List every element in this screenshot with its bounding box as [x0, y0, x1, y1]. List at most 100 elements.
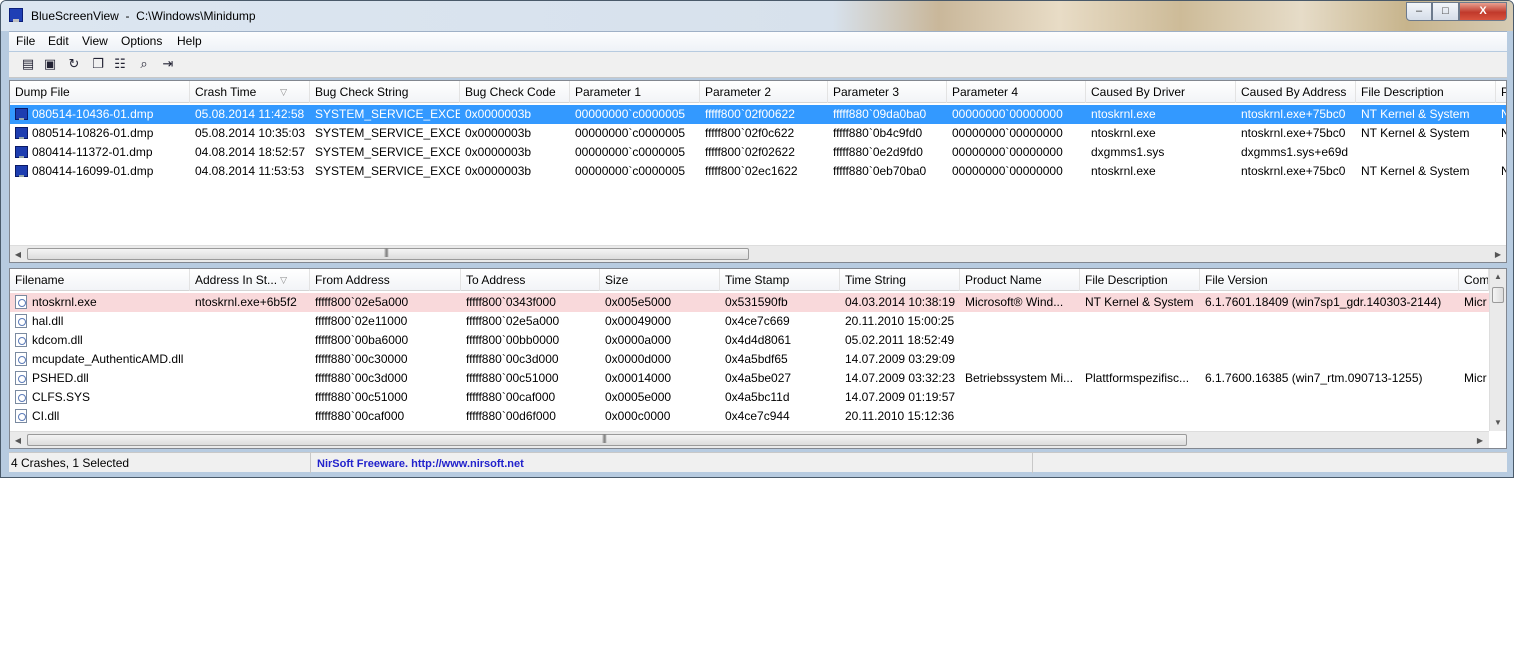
- table-cell: [1080, 407, 1200, 426]
- copy-icon[interactable]: ❐: [89, 55, 107, 73]
- module-list-header: Filename Address In St... ▽ From Address To …: [10, 269, 1506, 291]
- nirsoft-link[interactable]: NirSoft Freeware. http://www.nirsoft.net: [317, 458, 524, 470]
- save-icon[interactable]: ▣: [41, 55, 59, 73]
- table-cell: [1200, 407, 1459, 426]
- column-header[interactable]: Parameter 2: [700, 81, 828, 103]
- table-cell: N: [1496, 162, 1506, 181]
- scroll-up-icon[interactable]: ▲: [1490, 269, 1506, 285]
- column-header[interactable]: Time String: [840, 269, 960, 291]
- minimize-button[interactable]: –: [1406, 2, 1432, 21]
- table-cell: Microsoft® Wind...: [965, 295, 1064, 309]
- table-cell: 0x4ce7c669: [725, 314, 790, 328]
- scroll-left-icon[interactable]: ◀: [10, 246, 26, 262]
- module-row[interactable]: hal.dll fffff800`02e11000 fffff800`02e5a00…: [10, 312, 1506, 331]
- report-icon[interactable]: ☷: [111, 55, 129, 73]
- module-file-icon: [15, 295, 27, 309]
- module-row[interactable]: PSHED.dll fffff880`00c3d000 fffff880`00c51…: [10, 369, 1506, 388]
- table-cell: NT Kernel & System: [1361, 126, 1470, 140]
- module-row[interactable]: kdcom.dll fffff800`00ba6000 fffff800`00bb0…: [10, 331, 1506, 350]
- table-cell: [1459, 388, 1489, 407]
- column-header[interactable]: From Address: [310, 269, 461, 291]
- column-header[interactable]: Caused By Driver: [1086, 81, 1236, 103]
- scrollbar-thumb[interactable]: [27, 434, 1187, 446]
- column-header[interactable]: Caused By Address: [1236, 81, 1356, 103]
- column-header[interactable]: Com: [1459, 269, 1489, 291]
- menu-help[interactable]: Help: [175, 34, 204, 48]
- column-header-label: Caused By Address: [1241, 85, 1347, 99]
- dump-row[interactable]: 080514-10826-01.dmp 05.08.2014 10:35:03 SY…: [10, 124, 1506, 143]
- column-header[interactable]: File Version: [1200, 269, 1459, 291]
- table-cell: 0x005e5000: [605, 295, 672, 309]
- column-header[interactable]: Filename: [10, 269, 190, 291]
- dump-row[interactable]: 080414-16099-01.dmp 04.08.2014 11:53:53 SY…: [10, 162, 1506, 181]
- column-header[interactable]: Parameter 1: [570, 81, 700, 103]
- table-cell: fffff880`0e2d9fd0: [833, 145, 923, 159]
- table-cell: [190, 312, 310, 331]
- scroll-right-icon[interactable]: ▶: [1490, 246, 1506, 262]
- table-cell: 0x0000003b: [465, 164, 532, 178]
- properties-icon[interactable]: ▤: [19, 55, 37, 73]
- menu-options[interactable]: Options: [119, 34, 164, 48]
- module-file-icon: [15, 352, 27, 366]
- maximize-button[interactable]: □: [1432, 2, 1459, 21]
- refresh-icon[interactable]: ↻: [65, 55, 83, 73]
- column-header[interactable]: To Address: [461, 269, 600, 291]
- module-list-hscrollbar[interactable]: ◀ ||| ▶: [10, 431, 1489, 448]
- scroll-left-icon[interactable]: ◀: [10, 432, 26, 448]
- module-row[interactable]: mcupdate_AuthenticAMD.dll fffff880`00c300…: [10, 350, 1506, 369]
- column-header-label: P: [1501, 85, 1506, 99]
- column-header[interactable]: Time Stamp: [720, 269, 840, 291]
- table-cell: 0x0005e000: [605, 390, 672, 404]
- module-file-icon: [15, 409, 27, 423]
- close-button[interactable]: X: [1459, 2, 1507, 21]
- module-row[interactable]: CI.dll fffff880`00caf000 fffff880`00d6f000…: [10, 407, 1506, 426]
- scroll-right-icon[interactable]: ▶: [1472, 432, 1488, 448]
- module-file-icon: [15, 333, 27, 347]
- module-list-vscrollbar[interactable]: ▲ ▼: [1489, 269, 1506, 431]
- dump-list-hscrollbar[interactable]: ◀ ||| ▶: [10, 245, 1506, 262]
- module-row[interactable]: CLFS.SYS fffff880`00c51000 fffff880`00caf0…: [10, 388, 1506, 407]
- column-header[interactable]: Address In St... ▽: [190, 269, 310, 291]
- vscrollbar-thumb[interactable]: [1492, 287, 1504, 303]
- table-cell: fffff800`00bb0000: [466, 333, 560, 347]
- column-header[interactable]: File Description: [1080, 269, 1200, 291]
- table-cell: SYSTEM_SERVICE_EXCE...: [315, 164, 460, 178]
- column-header-label: Bug Check String: [315, 85, 409, 99]
- title-bar[interactable]: BlueScreenView - C:\Windows\Minidump – □…: [1, 1, 1513, 31]
- column-header[interactable]: Bug Check String: [310, 81, 460, 103]
- module-list[interactable]: Filename Address In St... ▽ From Address To …: [9, 268, 1507, 449]
- column-header-label: Dump File: [15, 85, 70, 99]
- column-header-label: Bug Check Code: [465, 85, 556, 99]
- exit-icon[interactable]: ⇥: [159, 55, 177, 73]
- column-header[interactable]: Dump File: [10, 81, 190, 103]
- table-cell: 0x0000003b: [465, 107, 532, 121]
- column-header[interactable]: P: [1496, 81, 1506, 103]
- table-cell: [1080, 350, 1200, 369]
- column-header[interactable]: File Description: [1356, 81, 1496, 103]
- column-header[interactable]: Bug Check Code: [460, 81, 570, 103]
- menu-file[interactable]: File: [14, 34, 37, 48]
- menu-view[interactable]: View: [80, 34, 110, 48]
- column-header[interactable]: Parameter 3: [828, 81, 947, 103]
- module-row[interactable]: ntoskrnl.exe ntoskrnl.exe+6b5f2 fffff800`0…: [10, 293, 1506, 312]
- table-cell: NT Kernel & System: [1361, 107, 1470, 121]
- table-cell: ntoskrnl.exe: [1091, 107, 1156, 121]
- dump-row[interactable]: 080514-10436-01.dmp 05.08.2014 11:42:58 SY…: [10, 105, 1506, 124]
- table-cell: [1459, 312, 1489, 331]
- table-cell: [1459, 331, 1489, 350]
- column-header[interactable]: Size: [600, 269, 720, 291]
- column-header[interactable]: Product Name: [960, 269, 1080, 291]
- column-header-label: Crash Time: [195, 85, 257, 99]
- table-cell: 20.11.2010 15:12:36: [845, 409, 955, 423]
- table-cell: fffff800`02f0c622: [705, 126, 795, 140]
- scroll-down-icon[interactable]: ▼: [1490, 415, 1506, 431]
- dump-row[interactable]: 080414-11372-01.dmp 04.08.2014 18:52:57 SY…: [10, 143, 1506, 162]
- table-cell: fffff800`02e5a000: [315, 295, 409, 309]
- column-header-label: Caused By Driver: [1091, 85, 1186, 99]
- dump-list[interactable]: Dump File Crash Time ▽ Bug Check String Bug …: [9, 80, 1507, 263]
- column-header[interactable]: Crash Time ▽: [190, 81, 310, 103]
- table-cell: Plattformspezifisc...: [1085, 371, 1190, 385]
- column-header[interactable]: Parameter 4: [947, 81, 1086, 103]
- find-icon[interactable]: ⌕: [135, 55, 153, 73]
- menu-edit[interactable]: Edit: [46, 34, 71, 48]
